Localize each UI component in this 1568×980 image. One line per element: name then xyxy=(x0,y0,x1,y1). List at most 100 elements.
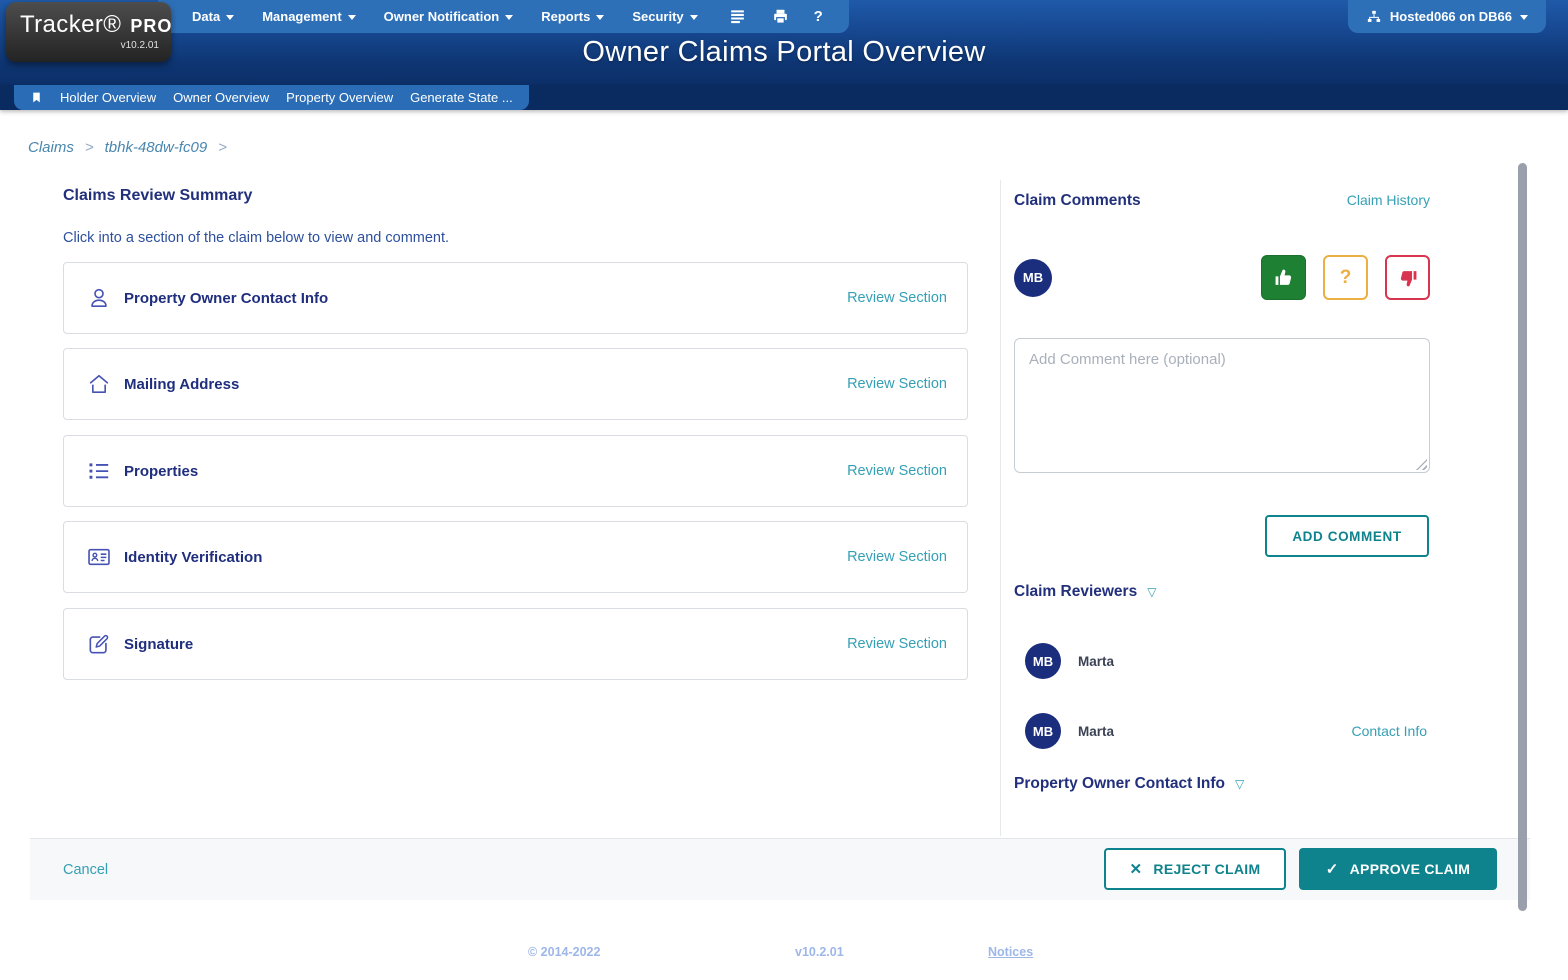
contact-info-link[interactable]: Contact Info xyxy=(1352,723,1428,739)
printer-icon[interactable] xyxy=(771,7,790,26)
breadcrumb-separator: > xyxy=(218,139,227,156)
sitemap-icon xyxy=(1366,9,1382,25)
claim-reviewers-label: Claim Reviewers xyxy=(1014,583,1137,601)
property-owner-contact-info-label: Property Owner Contact Info xyxy=(1014,775,1225,793)
help-icon[interactable]: ? xyxy=(814,8,823,25)
section-card-properties[interactable]: Properties Review Section xyxy=(63,435,968,507)
claim-comments-header: Claim Comments Claim History xyxy=(1014,192,1430,210)
reject-claim-button[interactable]: ✕ REJECT CLAIM xyxy=(1104,848,1286,890)
section-card-property-owner-contact-info[interactable]: Property Owner Contact Info Review Secti… xyxy=(63,262,968,334)
nav-item-label: Owner Notification xyxy=(384,9,500,24)
breadcrumb-claim-id[interactable]: tbhk-48dw-fc09 xyxy=(105,139,208,156)
chevron-down-icon xyxy=(348,15,356,20)
review-section-link[interactable]: Review Section xyxy=(847,549,947,565)
claim-comments-title: Claim Comments xyxy=(1014,192,1141,210)
bookmark-icon xyxy=(30,90,43,105)
app-logo: Tracker®PRO v10.2.01 xyxy=(6,2,171,62)
panel-divider xyxy=(1000,180,1001,836)
owner-claims-portal-screen: Data Management Owner Notification Repor… xyxy=(0,0,1568,980)
nav-item-label: Reports xyxy=(541,9,590,24)
nav-item-management[interactable]: Management xyxy=(262,9,355,24)
avatar: MB xyxy=(1025,643,1061,679)
approve-claim-label: APPROVE CLAIM xyxy=(1350,861,1471,877)
logo-brand: Tracker® xyxy=(20,11,121,38)
id-card-icon xyxy=(86,544,112,570)
page-title: Owner Claims Portal Overview xyxy=(0,36,1568,69)
nav-item-security[interactable]: Security xyxy=(632,9,697,24)
section-label: Mailing Address xyxy=(124,376,239,393)
thumbs-up-icon xyxy=(1273,267,1295,289)
nav-item-owner-notification[interactable]: Owner Notification xyxy=(384,9,514,24)
breadcrumb: Claims > tbhk-48dw-fc09 > xyxy=(28,139,227,156)
review-section-link[interactable]: Review Section xyxy=(847,636,947,652)
thumbs-up-button[interactable] xyxy=(1261,255,1306,300)
chevron-down-icon xyxy=(690,15,698,20)
section-card-signature[interactable]: Signature Review Section xyxy=(63,608,968,680)
property-owner-contact-info-heading[interactable]: Property Owner Contact Info ▽ xyxy=(1014,775,1244,793)
avatar: MB xyxy=(1014,259,1052,297)
breadcrumb-separator: > xyxy=(85,139,94,156)
footer-notices-link[interactable]: Notices xyxy=(988,945,1033,959)
chevron-down-icon xyxy=(226,15,234,20)
claim-reviewers-heading[interactable]: Claim Reviewers ▽ xyxy=(1014,583,1156,601)
vote-buttons: ? xyxy=(1261,255,1430,300)
nav-item-label: Security xyxy=(632,9,683,24)
bookmark-holder-overview[interactable]: Holder Overview xyxy=(60,90,156,105)
home-icon xyxy=(86,371,112,397)
reviewer-row: MB Marta xyxy=(1025,643,1430,679)
nav-tools: ? xyxy=(728,7,823,26)
section-label: Identity Verification xyxy=(124,549,262,566)
section-label: Properties xyxy=(124,463,198,480)
logo-version: v10.2.01 xyxy=(20,40,159,51)
queue-list-icon[interactable] xyxy=(728,7,747,26)
server-selector[interactable]: Hosted066 on DB66 xyxy=(1348,0,1546,33)
section-label: Signature xyxy=(124,636,193,653)
claims-review-instruction: Click into a section of the claim below … xyxy=(63,230,449,246)
vote-row: MB ? xyxy=(1014,255,1430,300)
vertical-scrollbar[interactable] xyxy=(1518,163,1527,911)
question-vote-button[interactable]: ? xyxy=(1323,255,1368,300)
check-icon: ✓ xyxy=(1326,860,1339,878)
review-section-link[interactable]: Review Section xyxy=(847,290,947,306)
avatar: MB xyxy=(1025,713,1061,749)
section-card-identity-verification[interactable]: Identity Verification Review Section xyxy=(63,521,968,593)
section-card-mailing-address[interactable]: Mailing Address Review Section xyxy=(63,348,968,420)
triangle-down-icon: ▽ xyxy=(1235,777,1244,791)
question-icon: ? xyxy=(1340,267,1352,289)
nav-item-label: Management xyxy=(262,9,341,24)
nav-item-reports[interactable]: Reports xyxy=(541,9,604,24)
reject-claim-label: REJECT CLAIM xyxy=(1153,861,1260,877)
bookmarks: Holder Overview Owner Overview Property … xyxy=(14,85,529,110)
action-bar: Cancel ✕ REJECT CLAIM ✓ APPROVE CLAIM xyxy=(30,838,1530,900)
footer-version: v10.2.01 xyxy=(795,945,844,959)
x-icon: ✕ xyxy=(1130,860,1143,878)
approve-claim-button[interactable]: ✓ APPROVE CLAIM xyxy=(1299,848,1497,890)
bookmark-owner-overview[interactable]: Owner Overview xyxy=(173,90,269,105)
section-label: Property Owner Contact Info xyxy=(124,290,328,307)
chevron-down-icon xyxy=(1520,15,1528,20)
nav-item-label: Data xyxy=(192,9,220,24)
claims-review-summary-heading: Claims Review Summary xyxy=(63,187,252,205)
thumbs-down-button[interactable] xyxy=(1385,255,1430,300)
logo-text: Tracker®PRO xyxy=(20,11,159,39)
footer-copyright: © 2014-2022 xyxy=(528,945,600,959)
cancel-link[interactable]: Cancel xyxy=(63,862,108,878)
review-section-link[interactable]: Review Section xyxy=(847,376,947,392)
chevron-down-icon xyxy=(505,15,513,20)
review-section-link[interactable]: Review Section xyxy=(847,463,947,479)
reviewer-name: Marta xyxy=(1078,724,1114,739)
breadcrumb-claims[interactable]: Claims xyxy=(28,139,74,156)
nav-item-data[interactable]: Data xyxy=(192,9,234,24)
server-selector-label: Hosted066 on DB66 xyxy=(1390,9,1512,24)
list-icon xyxy=(86,458,112,484)
comment-box xyxy=(1014,338,1430,473)
triangle-down-icon: ▽ xyxy=(1147,585,1156,599)
chevron-down-icon xyxy=(596,15,604,20)
comment-input[interactable] xyxy=(1014,338,1430,473)
claim-history-link[interactable]: Claim History xyxy=(1347,192,1430,208)
bookmark-generate-state[interactable]: Generate State ... xyxy=(410,90,513,105)
bookmark-property-overview[interactable]: Property Overview xyxy=(286,90,393,105)
signature-icon xyxy=(86,631,112,657)
add-comment-button[interactable]: ADD COMMENT xyxy=(1265,515,1429,557)
reviewer-name: Marta xyxy=(1078,654,1114,669)
